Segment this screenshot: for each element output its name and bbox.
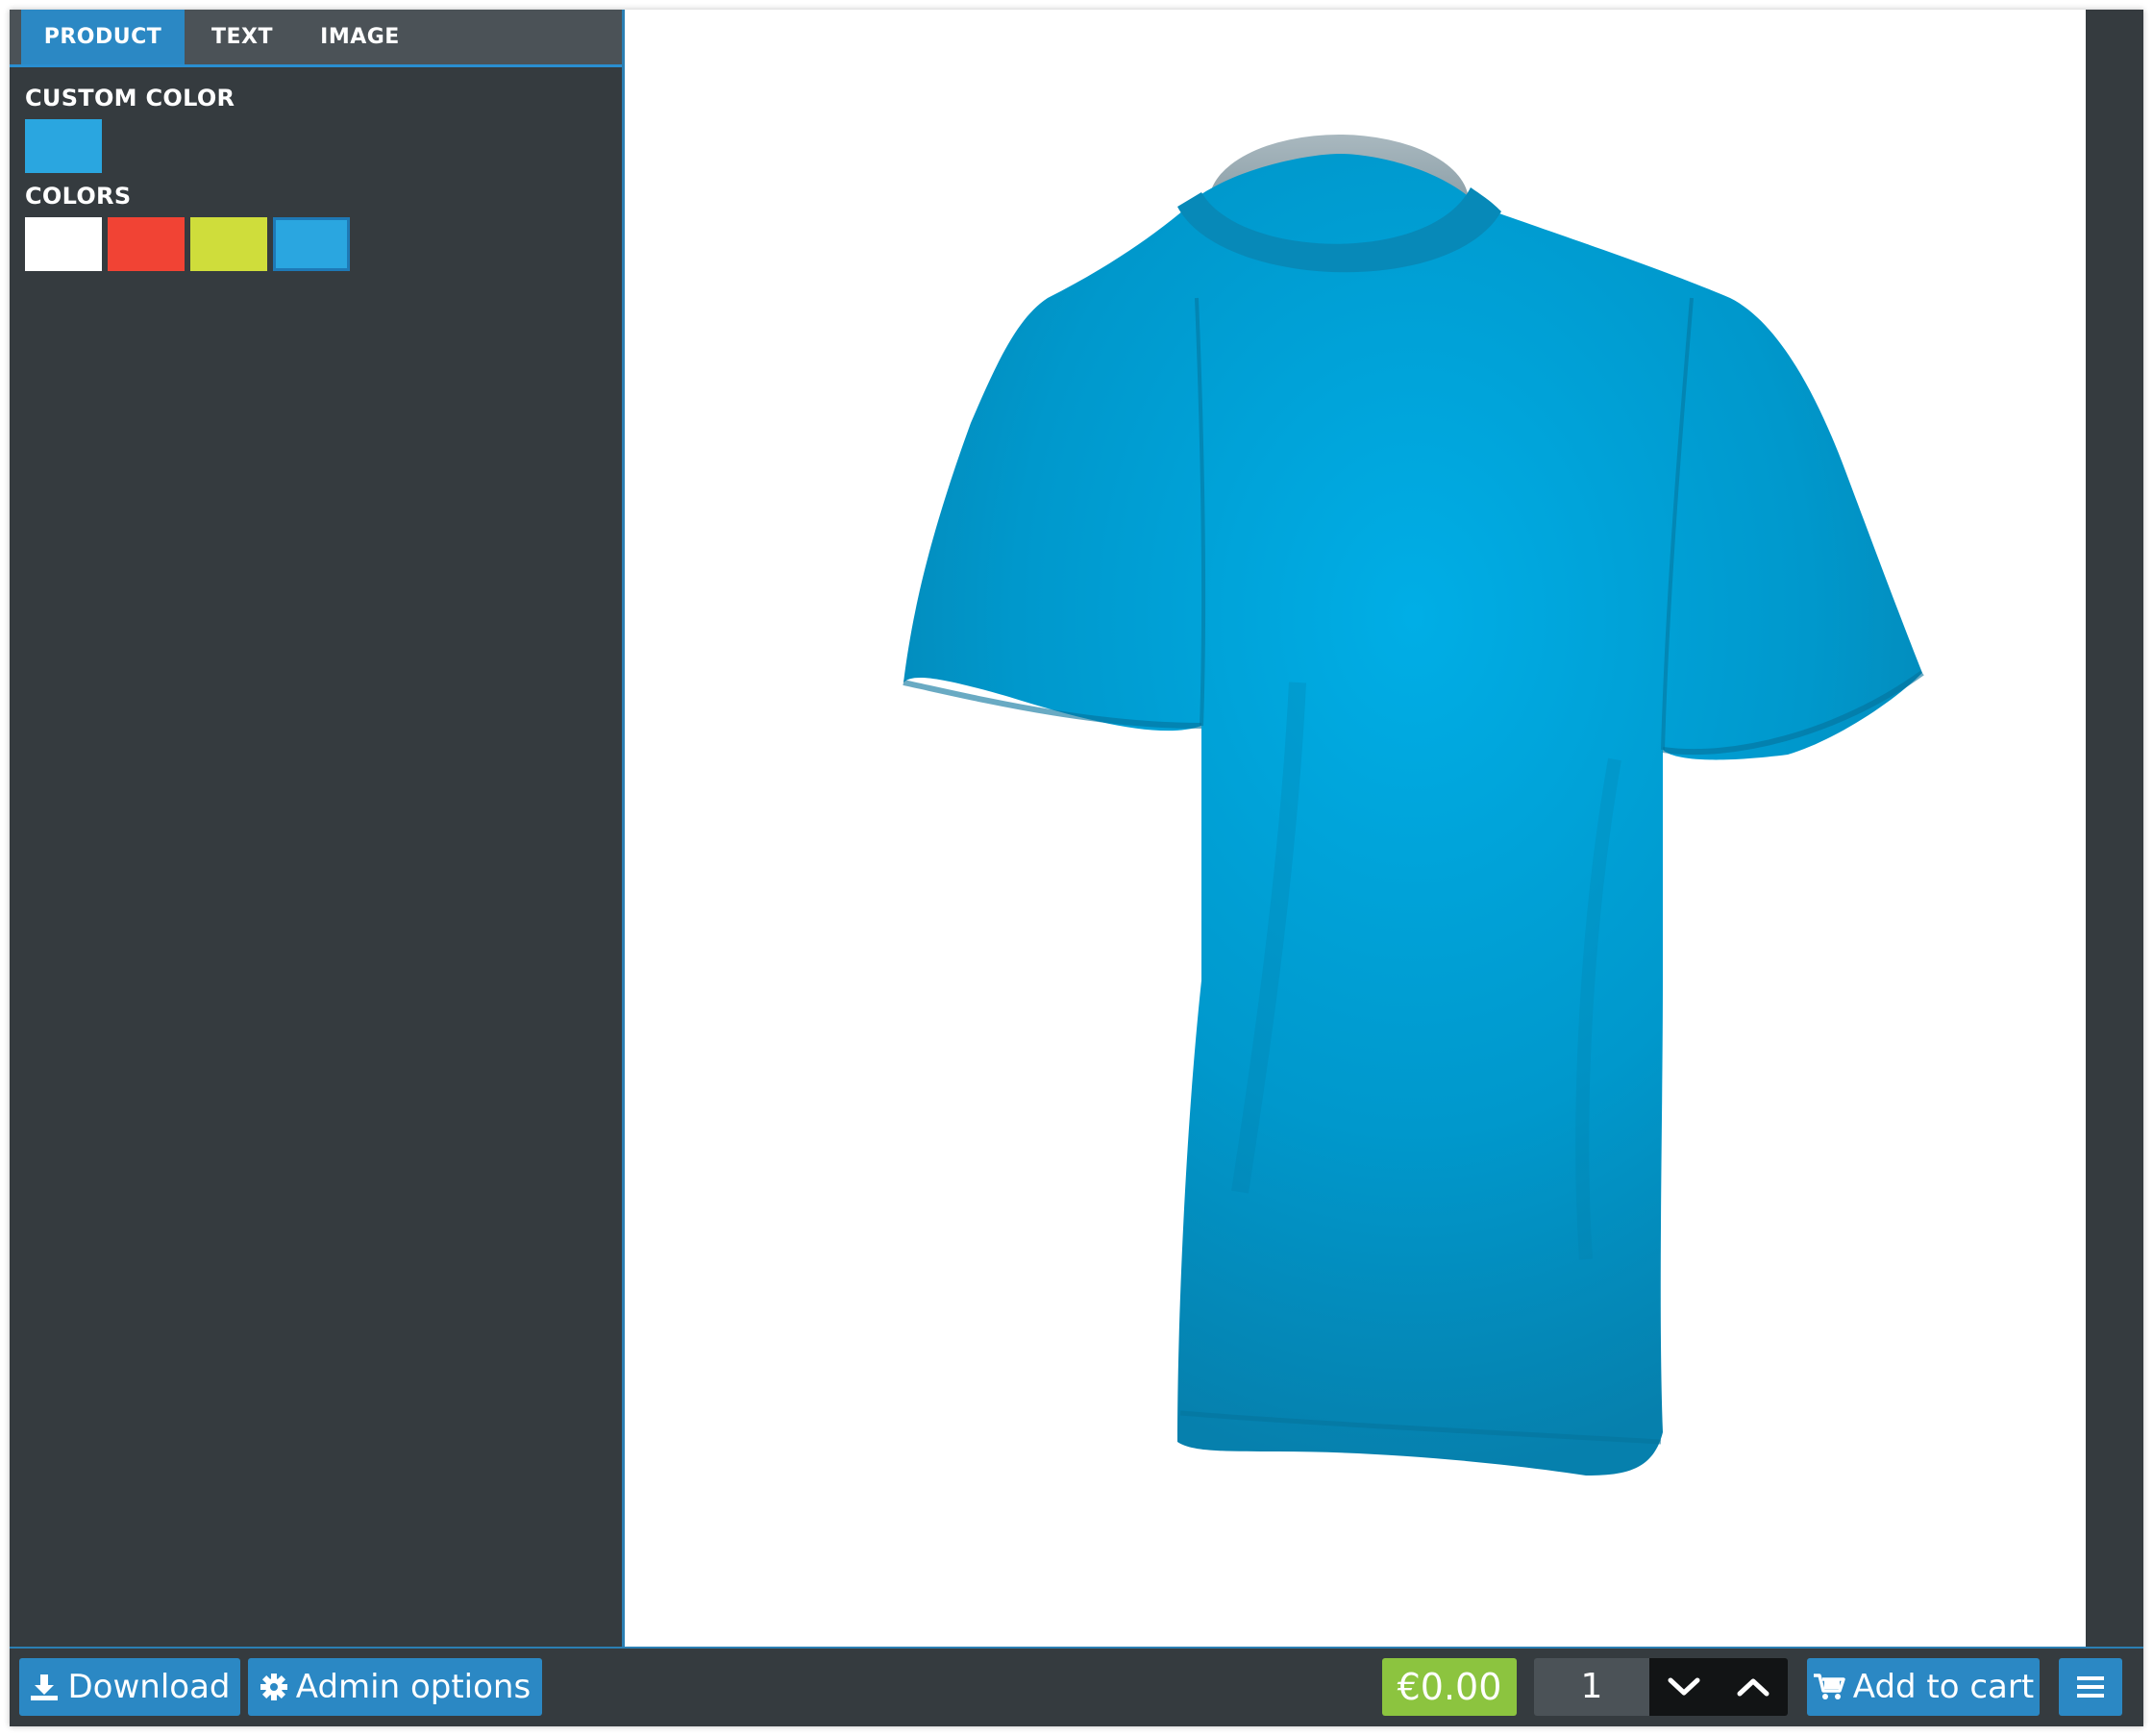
bottom-toolbar: Download Admin options €0.00 1 Add to ca… — [10, 1647, 2143, 1726]
tab-product[interactable]: PRODUCT — [21, 10, 185, 64]
quantity-input[interactable] — [1534, 1658, 1649, 1716]
tab-bar: PRODUCT TEXT IMAGE — [10, 10, 622, 67]
add-to-cart-button[interactable]: Add to cart — [1807, 1658, 2040, 1716]
tab-text[interactable]: TEXT — [185, 10, 300, 64]
color-swatch-lime[interactable] — [190, 217, 267, 271]
add-to-cart-label: Add to cart — [1852, 1668, 2035, 1706]
right-panel-strip — [2086, 10, 2143, 1647]
custom-color-swatch[interactable] — [25, 119, 102, 173]
gear-icon — [260, 1674, 287, 1700]
download-label: Download — [67, 1668, 231, 1706]
menu-button[interactable] — [2059, 1658, 2122, 1716]
sidebar: PRODUCT TEXT IMAGE CUSTOM COLOR COLORS — [10, 10, 625, 1647]
admin-options-button[interactable]: Admin options — [248, 1658, 542, 1716]
product-designer: PRODUCT TEXT IMAGE CUSTOM COLOR COLORS D… — [10, 10, 2143, 1726]
quantity-increase-button[interactable] — [1719, 1658, 1788, 1716]
custom-color-label: CUSTOM COLOR — [25, 85, 235, 112]
tab-image[interactable]: IMAGE — [300, 10, 420, 64]
cart-icon — [1813, 1674, 1845, 1699]
price-badge: €0.00 — [1382, 1658, 1517, 1716]
color-swatch-red[interactable] — [108, 217, 185, 271]
download-button[interactable]: Download — [19, 1658, 240, 1716]
color-swatch-blue[interactable] — [273, 217, 350, 271]
color-swatch-white[interactable] — [25, 217, 102, 271]
design-canvas[interactable] — [625, 10, 2086, 1647]
hamburger-menu-icon — [2077, 1676, 2104, 1698]
tshirt-image — [903, 135, 1924, 1476]
chevron-up-icon — [1737, 1678, 1769, 1697]
quantity-decrease-button[interactable] — [1649, 1658, 1719, 1716]
download-icon — [31, 1674, 59, 1700]
colors-label: COLORS — [25, 183, 132, 210]
tshirt-body — [903, 154, 1922, 1476]
admin-options-label: Admin options — [295, 1668, 532, 1706]
chevron-down-icon — [1668, 1677, 1700, 1696]
